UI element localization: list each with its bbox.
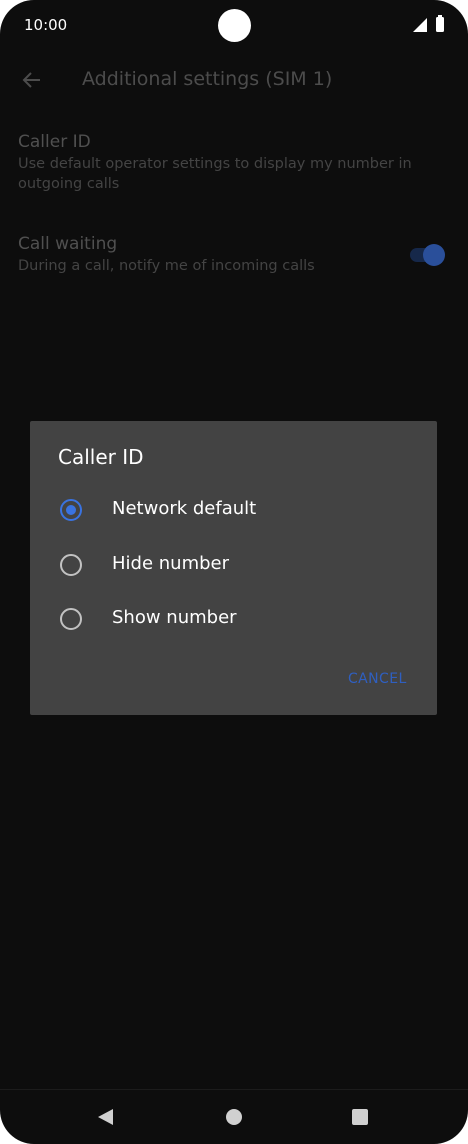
nav-recents-icon[interactable] [352,1109,368,1125]
nav-back-icon[interactable] [98,1109,113,1125]
caller-id-dialog: Caller ID Network default Hide number Sh… [30,421,437,715]
setting-call-waiting[interactable]: Call waiting During a call, notify me of… [18,233,438,276]
radio-unselected-icon[interactable] [60,608,82,630]
arrow-left-icon[interactable] [20,68,44,92]
radio-unselected-icon[interactable] [60,554,82,576]
cancel-button[interactable]: CANCEL [348,671,407,687]
toggle-thumb [423,244,445,266]
option-label: Hide number [112,553,230,574]
option-label: Show number [112,607,237,628]
signal-icon [413,18,427,32]
status-bar: 10:00 [0,0,468,50]
option-network-default[interactable]: Network default [30,487,437,535]
battery-icon [436,15,444,32]
radio-selected-icon[interactable] [60,499,82,521]
front-camera [218,9,251,42]
option-hide-number[interactable]: Hide number [30,542,437,590]
status-time: 10:00 [24,16,68,34]
setting-caller-id[interactable]: Caller ID Use default operator settings … [18,131,438,194]
option-label: Network default [112,498,257,519]
setting-title: Caller ID [18,132,91,152]
nav-home-icon[interactable] [226,1109,242,1125]
call-waiting-toggle[interactable] [410,243,446,267]
setting-title: Call waiting [18,234,118,254]
dialog-title: Caller ID [58,445,144,469]
navigation-bar [0,1089,468,1144]
app-bar: Additional settings (SIM 1) [0,54,468,106]
page-title: Additional settings (SIM 1) [82,68,333,90]
setting-subtitle: During a call, notify me of incoming cal… [18,258,315,274]
option-show-number[interactable]: Show number [30,596,437,644]
setting-subtitle: Use default operator settings to display… [18,156,412,192]
phone-screen: 10:00 Additional settings (SIM 1) Caller… [0,0,468,1144]
